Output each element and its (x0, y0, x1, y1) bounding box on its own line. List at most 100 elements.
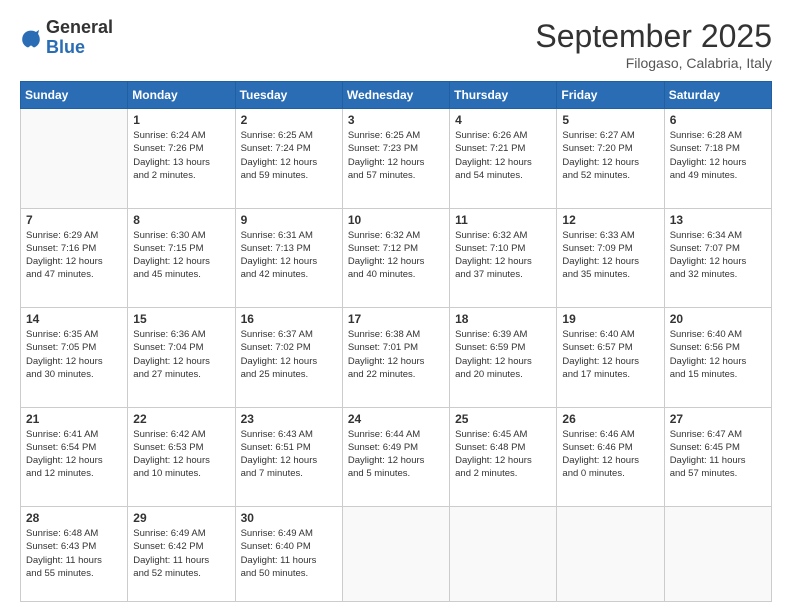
calendar-cell: 11 Sunrise: 6:32 AM Sunset: 7:10 PM Dayli… (450, 208, 557, 308)
logo-blue: Blue (46, 37, 85, 57)
calendar-cell: 13 Sunrise: 6:34 AM Sunset: 7:07 PM Dayli… (664, 208, 771, 308)
day-info: Sunrise: 6:41 AM Sunset: 6:54 PM Dayligh… (26, 428, 122, 481)
day-info: Sunrise: 6:34 AM Sunset: 7:07 PM Dayligh… (670, 229, 766, 282)
day-number: 16 (241, 312, 337, 326)
day-info: Sunrise: 6:32 AM Sunset: 7:12 PM Dayligh… (348, 229, 444, 282)
calendar-cell: 16 Sunrise: 6:37 AM Sunset: 7:02 PM Dayli… (235, 308, 342, 408)
calendar-cell: 10 Sunrise: 6:32 AM Sunset: 7:12 PM Dayli… (342, 208, 449, 308)
week-row-2: 7 Sunrise: 6:29 AM Sunset: 7:16 PM Daylig… (21, 208, 772, 308)
day-info: Sunrise: 6:28 AM Sunset: 7:18 PM Dayligh… (670, 129, 766, 182)
calendar-table: SundayMondayTuesdayWednesdayThursdayFrid… (20, 81, 772, 602)
day-number: 28 (26, 511, 122, 525)
day-number: 24 (348, 412, 444, 426)
calendar-cell: 17 Sunrise: 6:38 AM Sunset: 7:01 PM Dayli… (342, 308, 449, 408)
calendar-cell: 15 Sunrise: 6:36 AM Sunset: 7:04 PM Dayli… (128, 308, 235, 408)
calendar-cell: 14 Sunrise: 6:35 AM Sunset: 7:05 PM Dayli… (21, 308, 128, 408)
day-number: 11 (455, 213, 551, 227)
week-row-4: 21 Sunrise: 6:41 AM Sunset: 6:54 PM Dayli… (21, 407, 772, 507)
day-number: 21 (26, 412, 122, 426)
month-title: September 2025 (535, 18, 772, 55)
calendar-cell: 12 Sunrise: 6:33 AM Sunset: 7:09 PM Dayli… (557, 208, 664, 308)
day-info: Sunrise: 6:40 AM Sunset: 6:57 PM Dayligh… (562, 328, 658, 381)
header: General Blue September 2025 Filogaso, Ca… (20, 18, 772, 71)
calendar-cell: 24 Sunrise: 6:44 AM Sunset: 6:49 PM Dayli… (342, 407, 449, 507)
day-info: Sunrise: 6:24 AM Sunset: 7:26 PM Dayligh… (133, 129, 229, 182)
calendar-cell (450, 507, 557, 602)
day-number: 1 (133, 113, 229, 127)
calendar-cell: 2 Sunrise: 6:25 AM Sunset: 7:24 PM Daylig… (235, 109, 342, 209)
day-info: Sunrise: 6:45 AM Sunset: 6:48 PM Dayligh… (455, 428, 551, 481)
day-info: Sunrise: 6:30 AM Sunset: 7:15 PM Dayligh… (133, 229, 229, 282)
day-number: 29 (133, 511, 229, 525)
weekday-header-monday: Monday (128, 82, 235, 109)
day-info: Sunrise: 6:32 AM Sunset: 7:10 PM Dayligh… (455, 229, 551, 282)
logo: General Blue (20, 18, 113, 58)
calendar-cell (557, 507, 664, 602)
day-number: 15 (133, 312, 229, 326)
calendar-cell: 1 Sunrise: 6:24 AM Sunset: 7:26 PM Daylig… (128, 109, 235, 209)
day-info: Sunrise: 6:44 AM Sunset: 6:49 PM Dayligh… (348, 428, 444, 481)
week-row-3: 14 Sunrise: 6:35 AM Sunset: 7:05 PM Dayli… (21, 308, 772, 408)
calendar-cell: 21 Sunrise: 6:41 AM Sunset: 6:54 PM Dayli… (21, 407, 128, 507)
logo-text: General Blue (46, 18, 113, 58)
week-row-1: 1 Sunrise: 6:24 AM Sunset: 7:26 PM Daylig… (21, 109, 772, 209)
calendar-cell: 29 Sunrise: 6:49 AM Sunset: 6:42 PM Dayli… (128, 507, 235, 602)
day-info: Sunrise: 6:36 AM Sunset: 7:04 PM Dayligh… (133, 328, 229, 381)
day-info: Sunrise: 6:37 AM Sunset: 7:02 PM Dayligh… (241, 328, 337, 381)
calendar-cell: 6 Sunrise: 6:28 AM Sunset: 7:18 PM Daylig… (664, 109, 771, 209)
calendar-cell (21, 109, 128, 209)
day-info: Sunrise: 6:46 AM Sunset: 6:46 PM Dayligh… (562, 428, 658, 481)
day-info: Sunrise: 6:25 AM Sunset: 7:23 PM Dayligh… (348, 129, 444, 182)
day-number: 17 (348, 312, 444, 326)
day-number: 27 (670, 412, 766, 426)
weekday-header-friday: Friday (557, 82, 664, 109)
day-info: Sunrise: 6:25 AM Sunset: 7:24 PM Dayligh… (241, 129, 337, 182)
day-info: Sunrise: 6:48 AM Sunset: 6:43 PM Dayligh… (26, 527, 122, 580)
day-number: 9 (241, 213, 337, 227)
day-info: Sunrise: 6:42 AM Sunset: 6:53 PM Dayligh… (133, 428, 229, 481)
day-number: 12 (562, 213, 658, 227)
location: Filogaso, Calabria, Italy (535, 55, 772, 71)
weekday-header-sunday: Sunday (21, 82, 128, 109)
calendar-cell: 30Sunrise: 6:49 AM Sunset: 6:40 PM Dayli… (235, 507, 342, 602)
day-number: 6 (670, 113, 766, 127)
weekday-header-row: SundayMondayTuesdayWednesdayThursdayFrid… (21, 82, 772, 109)
day-info: Sunrise: 6:31 AM Sunset: 7:13 PM Dayligh… (241, 229, 337, 282)
day-number: 18 (455, 312, 551, 326)
calendar-cell: 9 Sunrise: 6:31 AM Sunset: 7:13 PM Daylig… (235, 208, 342, 308)
day-info: Sunrise: 6:38 AM Sunset: 7:01 PM Dayligh… (348, 328, 444, 381)
day-number: 19 (562, 312, 658, 326)
day-number: 3 (348, 113, 444, 127)
day-number: 2 (241, 113, 337, 127)
weekday-header-thursday: Thursday (450, 82, 557, 109)
day-info: Sunrise: 6:35 AM Sunset: 7:05 PM Dayligh… (26, 328, 122, 381)
day-info: Sunrise: 6:33 AM Sunset: 7:09 PM Dayligh… (562, 229, 658, 282)
calendar-cell: 7 Sunrise: 6:29 AM Sunset: 7:16 PM Daylig… (21, 208, 128, 308)
day-number: 7 (26, 213, 122, 227)
weekday-header-saturday: Saturday (664, 82, 771, 109)
day-info: Sunrise: 6:40 AM Sunset: 6:56 PM Dayligh… (670, 328, 766, 381)
weekday-header-tuesday: Tuesday (235, 82, 342, 109)
calendar-cell (664, 507, 771, 602)
day-number: 10 (348, 213, 444, 227)
calendar-cell: 8Sunrise: 6:30 AM Sunset: 7:15 PM Daylig… (128, 208, 235, 308)
calendar-cell: 4 Sunrise: 6:26 AM Sunset: 7:21 PM Daylig… (450, 109, 557, 209)
calendar-cell (342, 507, 449, 602)
calendar-cell: 18 Sunrise: 6:39 AM Sunset: 6:59 PM Dayli… (450, 308, 557, 408)
day-info: Sunrise: 6:47 AM Sunset: 6:45 PM Dayligh… (670, 428, 766, 481)
week-row-5: 28 Sunrise: 6:48 AM Sunset: 6:43 PM Dayli… (21, 507, 772, 602)
day-number: 5 (562, 113, 658, 127)
day-number: 14 (26, 312, 122, 326)
day-info: Sunrise: 6:29 AM Sunset: 7:16 PM Dayligh… (26, 229, 122, 282)
calendar-cell: 26Sunrise: 6:46 AM Sunset: 6:46 PM Dayli… (557, 407, 664, 507)
day-number: 30 (241, 511, 337, 525)
day-number: 13 (670, 213, 766, 227)
day-info: Sunrise: 6:49 AM Sunset: 6:42 PM Dayligh… (133, 527, 229, 580)
calendar-cell: 28 Sunrise: 6:48 AM Sunset: 6:43 PM Dayli… (21, 507, 128, 602)
logo-general: General (46, 17, 113, 37)
weekday-header-wednesday: Wednesday (342, 82, 449, 109)
calendar-cell: 5Sunrise: 6:27 AM Sunset: 7:20 PM Daylig… (557, 109, 664, 209)
day-info: Sunrise: 6:39 AM Sunset: 6:59 PM Dayligh… (455, 328, 551, 381)
day-info: Sunrise: 6:26 AM Sunset: 7:21 PM Dayligh… (455, 129, 551, 182)
day-number: 4 (455, 113, 551, 127)
